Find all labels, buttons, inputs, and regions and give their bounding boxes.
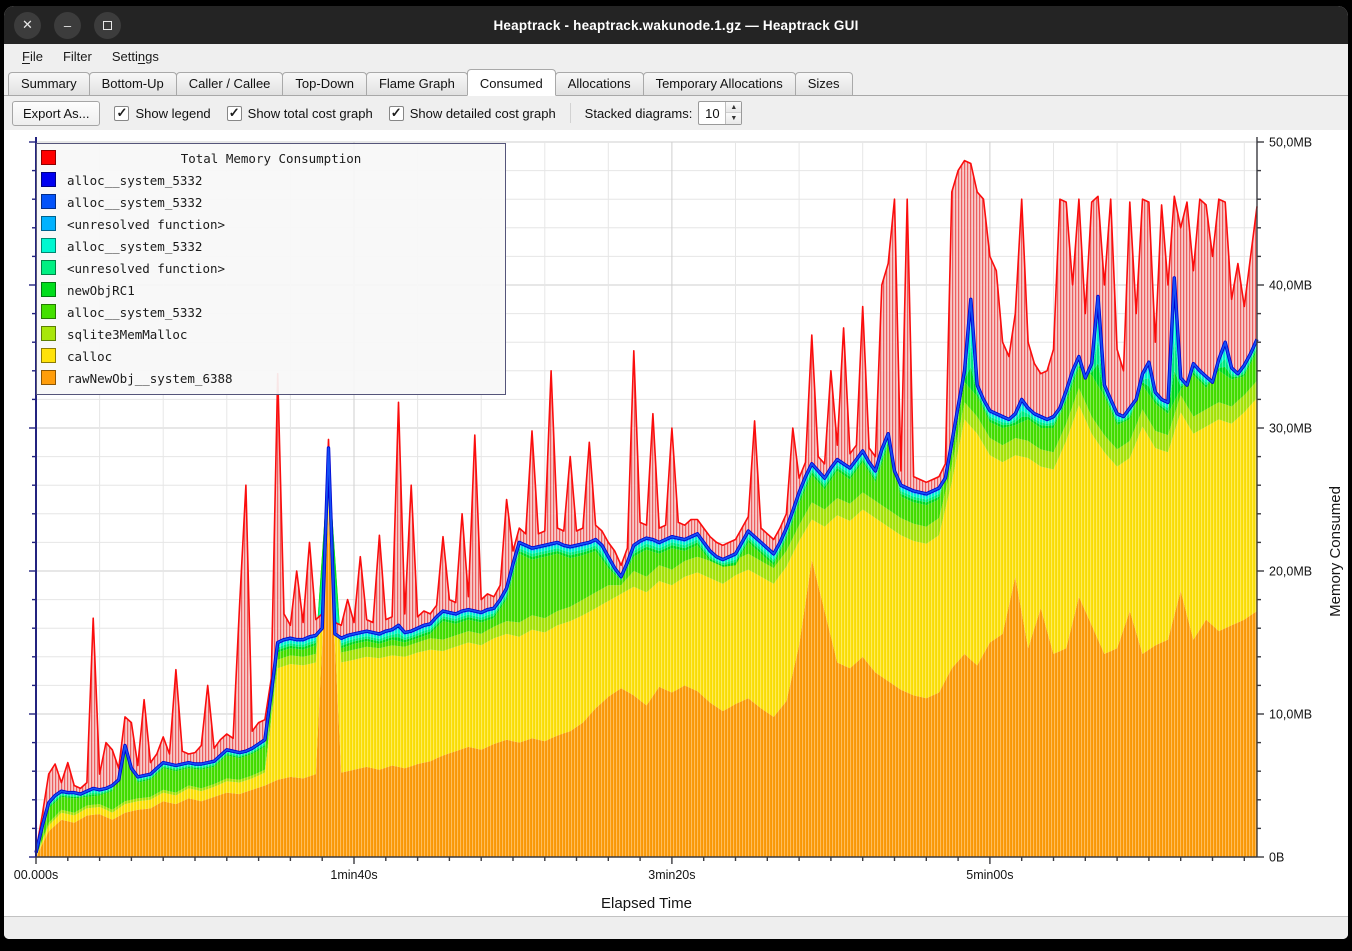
tab-flame-graph[interactable]: Flame Graph [366,72,468,95]
checkbox-label: Show total cost graph [248,106,373,121]
legend-swatch [41,282,56,297]
legend-item: sqlite3MemMalloc [37,323,505,345]
legend-item: alloc__system_5332 [37,235,505,257]
x-axis-title: Elapsed Time [4,895,1289,912]
checkbox-show-total-cost-graph[interactable]: ✓ Show total cost graph [227,106,373,121]
menu-settings[interactable]: Settings [102,46,169,67]
tab-temporary-allocations[interactable]: Temporary Allocations [643,72,796,95]
tab-allocations[interactable]: Allocations [555,72,644,95]
legend-item-label: alloc__system_5332 [67,239,202,254]
legend-swatch [41,370,56,385]
legend-item: rawNewObj__system_6388 [37,367,505,389]
legend-item: alloc__system_5332 [37,169,505,191]
svg-text:5min00s: 5min00s [966,868,1013,882]
svg-text:1min40s: 1min40s [330,868,377,882]
svg-text:0B: 0B [1269,851,1284,865]
close-button[interactable]: ✕ [14,12,41,39]
tab-sizes[interactable]: Sizes [795,72,853,95]
svg-text:10,0MB: 10,0MB [1269,708,1312,722]
checkbox-icon: ✓ [114,106,129,121]
toolbar-separator [570,103,571,123]
legend-swatch [41,260,56,275]
y-axis-title: Memory Consumed [1327,486,1344,617]
legend-swatch [41,348,56,363]
legend-item: alloc__system_5332 [37,191,505,213]
svg-text:3min20s: 3min20s [648,868,695,882]
heaptrack-window: ✕– Heaptrack - heaptrack.wakunode.1.gz —… [4,6,1348,939]
checkbox-icon: ✓ [227,106,242,121]
stacked-diagrams-control: Stacked diagrams: 10 ▲ ▼ [585,101,743,125]
spin-down-icon[interactable]: ▼ [726,113,741,124]
tab-bottom-up[interactable]: Bottom-Up [89,72,177,95]
window-controls: ✕– [14,6,121,44]
checkbox-group: ✓ Show legend ✓ Show total cost graph ✓ Show … [114,106,555,121]
legend-swatch [41,304,56,319]
stacked-diagrams-value: 10 [699,102,725,124]
legend-item: <unresolved function> [37,257,505,279]
legend-item-label: <unresolved function> [67,261,225,276]
window-bottom-strip [4,917,1348,939]
tab-consumed[interactable]: Consumed [467,69,556,96]
menu-filter[interactable]: Filter [53,46,102,67]
legend-item: <unresolved function> [37,213,505,235]
checkbox-label: Show legend [135,106,210,121]
svg-text:00.000s: 00.000s [14,868,58,882]
tab-caller-callee[interactable]: Caller / Callee [176,72,284,95]
legend-swatch [41,216,56,231]
legend-item-label: alloc__system_5332 [67,195,202,210]
consumed-chart-panel: 0B 10,0MB 20,0MB 30,0MB 40,0MB 50,0MB 00.000s 1… [4,130,1348,917]
legend-title-row: Total Memory Consumption [37,147,505,169]
spin-buttons: ▲ ▼ [725,102,741,124]
legend-item-label: rawNewObj__system_6388 [67,371,233,386]
legend-swatch [41,238,56,253]
chart-legend: Total Memory Consumption alloc__system_53… [36,143,506,395]
legend-item-label: newObjRC1 [67,283,135,298]
checkbox-icon: ✓ [389,106,404,121]
menu-bar: FileFilterSettings [4,44,1348,69]
checkbox-show-detailed-cost-graph[interactable]: ✓ Show detailed cost graph [389,106,556,121]
legend-item: calloc [37,345,505,367]
maximize-button[interactable] [94,12,121,39]
legend-item-label: calloc [67,349,112,364]
window-title: Heaptrack - heaptrack.wakunode.1.gz — He… [493,18,858,33]
legend-title: Total Memory Consumption [37,151,505,166]
minimize-button[interactable]: – [54,12,81,39]
legend-swatch [41,326,56,341]
legend-swatch [41,150,56,165]
export-as-button[interactable]: Export As... [12,101,100,126]
svg-text:40,0MB: 40,0MB [1269,279,1312,293]
legend-item-label: alloc__system_5332 [67,173,202,188]
tab-bar: SummaryBottom-UpCaller / CalleeTop-DownF… [4,69,1348,96]
legend-item-label: <unresolved function> [67,217,225,232]
legend-swatch [41,194,56,209]
legend-item-label: sqlite3MemMalloc [67,327,187,342]
maximize-icon [103,21,112,30]
legend-item-label: alloc__system_5332 [67,305,202,320]
spin-up-icon[interactable]: ▲ [726,102,741,113]
stacked-diagrams-spinbox[interactable]: 10 ▲ ▼ [698,101,742,125]
legend-item: alloc__system_5332 [37,301,505,323]
svg-text:20,0MB: 20,0MB [1269,565,1312,579]
legend-swatch [41,172,56,187]
title-bar[interactable]: ✕– Heaptrack - heaptrack.wakunode.1.gz —… [4,6,1348,44]
svg-text:30,0MB: 30,0MB [1269,422,1312,436]
menu-file[interactable]: File [12,46,53,67]
toolbar: Export As... ✓ Show legend ✓ Show total cos… [4,96,1348,130]
checkbox-show-legend[interactable]: ✓ Show legend [114,106,210,121]
tab-top-down[interactable]: Top-Down [282,72,367,95]
stacked-diagrams-label: Stacked diagrams: [585,106,693,121]
svg-text:50,0MB: 50,0MB [1269,136,1312,150]
legend-item: newObjRC1 [37,279,505,301]
tab-summary[interactable]: Summary [8,72,90,95]
checkbox-label: Show detailed cost graph [410,106,556,121]
